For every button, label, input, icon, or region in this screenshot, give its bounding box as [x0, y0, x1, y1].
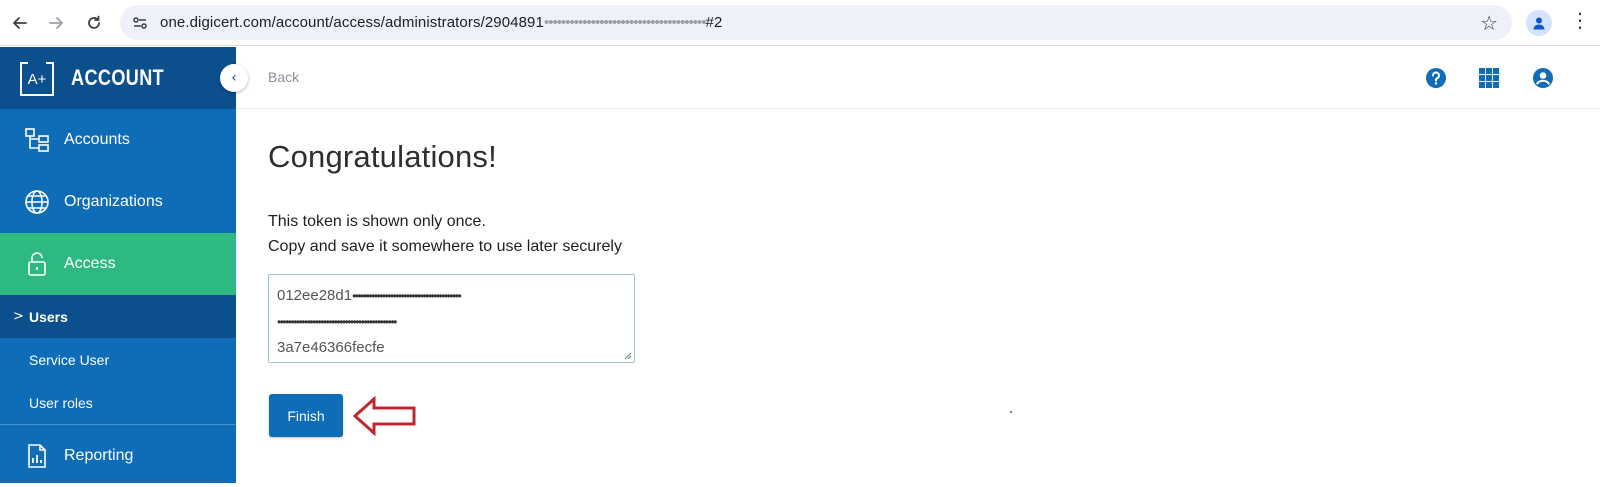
token-instruction-text: Copy and save it somewhere to use later …: [268, 238, 622, 255]
sidebar-item-reporting[interactable]: Reporting: [0, 425, 236, 487]
sidebar-item-label: Reporting: [64, 447, 134, 464]
back-arrow-icon[interactable]: [6, 9, 34, 37]
token-warning-text: This token is shown only once.: [268, 213, 486, 230]
sidebar-item-label: Organizations: [64, 193, 163, 210]
sidebar-item-accounts[interactable]: Accounts: [0, 109, 236, 171]
sidebar-subitem-user-roles[interactable]: User roles: [0, 381, 236, 424]
brand-title: ACCOUNT: [71, 65, 165, 90]
sidebar: A+ ACCOUNT ‹ Accounts Organizations Acce…: [0, 47, 248, 483]
sidebar-item-label: Access: [64, 255, 116, 272]
top-bar: Back: [236, 47, 1600, 109]
token-textarea[interactable]: 012ee28d1•••••••••••••••••••••••••••••••…: [268, 274, 635, 363]
bookmark-star-icon[interactable]: ☆: [1480, 11, 1498, 35]
profile-avatar-icon[interactable]: [1526, 10, 1552, 36]
token-line-2: ••••••••••••••••••••••••••••••••••••••••…: [277, 315, 397, 329]
collapse-sidebar-button[interactable]: ‹: [220, 64, 248, 92]
browser-toolbar: one.digicert.com/account/access/administ…: [0, 0, 1600, 46]
sidebar-subitem-users[interactable]: > Users: [0, 295, 236, 338]
address-bar[interactable]: one.digicert.com/account/access/administ…: [120, 5, 1512, 40]
sidebar-subitem-label: User roles: [29, 394, 93, 411]
site-settings-icon[interactable]: [130, 13, 150, 33]
reload-icon[interactable]: [80, 9, 108, 37]
back-link[interactable]: Back: [268, 69, 299, 85]
sidebar-item-label: Accounts: [64, 131, 130, 148]
forward-arrow-icon[interactable]: [42, 9, 70, 37]
report-icon: [28, 444, 46, 468]
sidebar-subitem-label: Service User: [29, 351, 110, 368]
browser-menu-icon[interactable]: ⋮: [1570, 8, 1590, 32]
url-text: one.digicert.com/account/access/administ…: [160, 14, 723, 31]
apps-grid-icon[interactable]: [1477, 66, 1501, 90]
sidebar-subitem-service-user[interactable]: Service User: [0, 338, 236, 381]
chevron-right-icon: >: [13, 309, 24, 324]
brand-logo: A+: [20, 62, 54, 96]
brand-header: A+ ACCOUNT: [0, 47, 236, 109]
stray-dot: [1010, 411, 1012, 413]
account-icon[interactable]: [1531, 66, 1555, 90]
hierarchy-icon: [25, 128, 49, 152]
chevron-left-icon: ‹: [231, 70, 237, 86]
resize-handle-icon[interactable]: [623, 351, 632, 360]
help-icon[interactable]: [1424, 66, 1448, 90]
sidebar-item-organizations[interactable]: Organizations: [0, 171, 236, 233]
annotation-arrow-icon: [352, 396, 416, 436]
sidebar-subitem-label: Users: [29, 308, 68, 325]
globe-icon: [25, 190, 49, 214]
token-line-1: 012ee28d1•••••••••••••••••••••••••••••••…: [277, 287, 462, 304]
finish-button[interactable]: Finish: [269, 394, 343, 437]
token-line-3: 3a7e46366fecfe: [277, 339, 385, 356]
page-title: Congratulations!: [268, 139, 497, 174]
sidebar-item-access[interactable]: Access: [0, 233, 236, 295]
lock-icon: [28, 252, 46, 276]
